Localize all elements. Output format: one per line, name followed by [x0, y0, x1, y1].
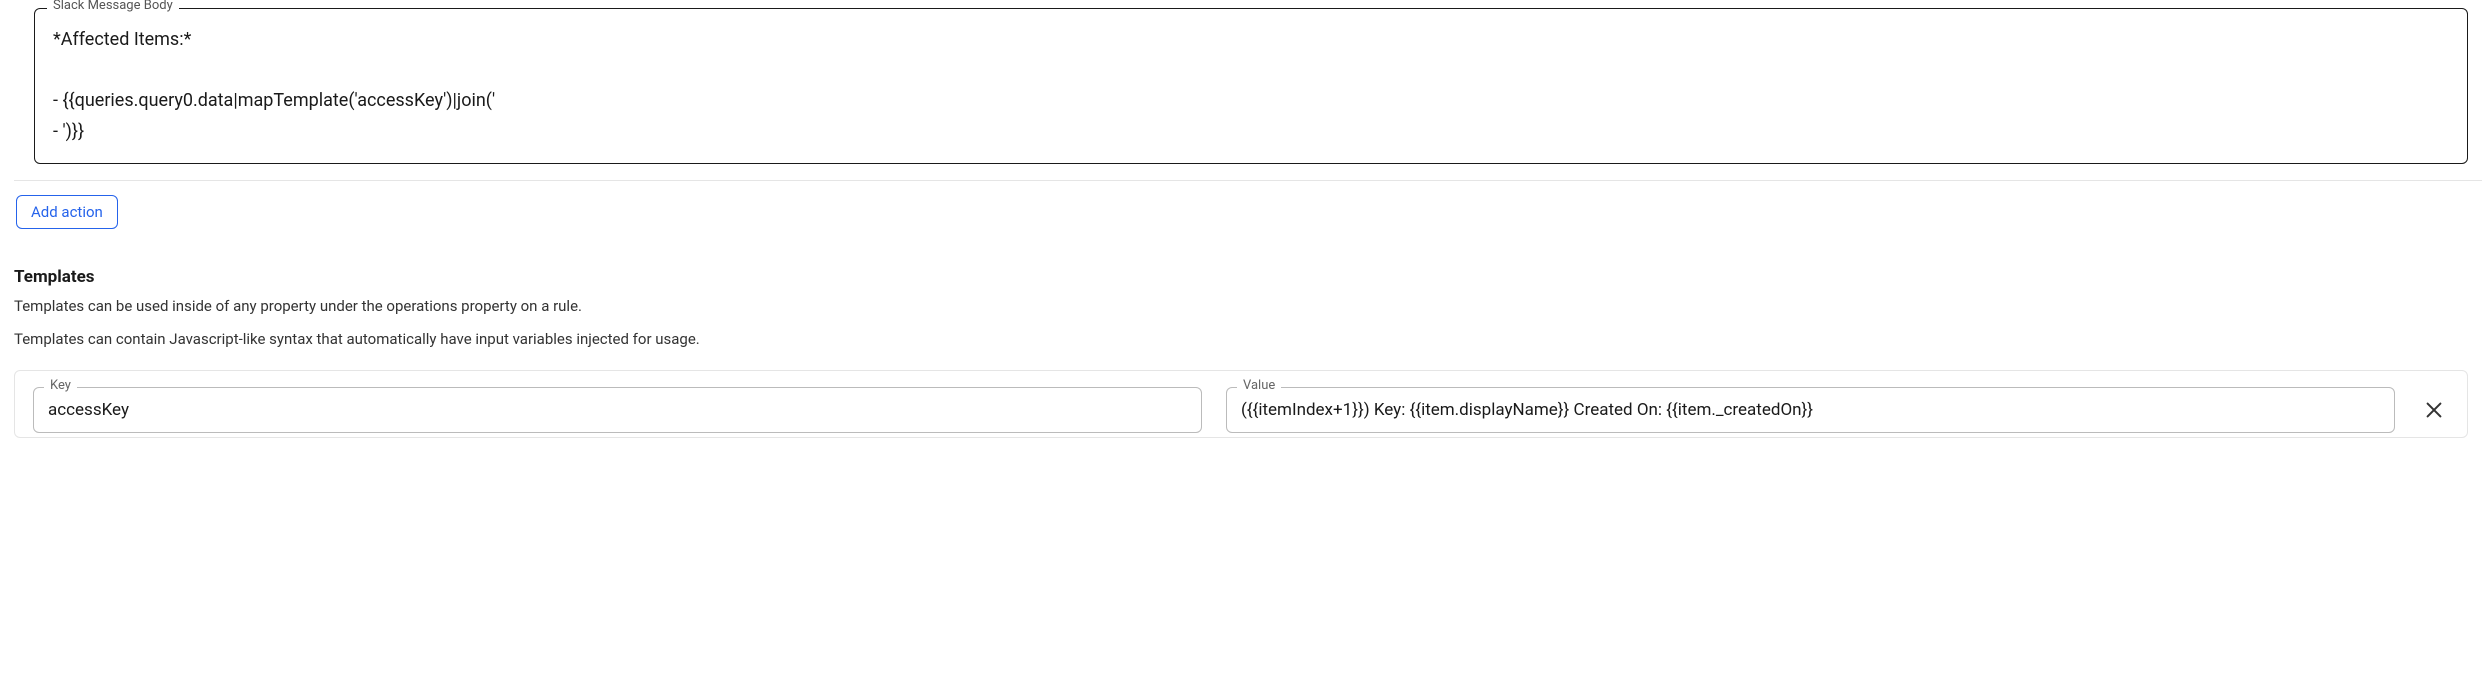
- slack-message-body-input[interactable]: *Affected Items:* - {{queries.query0.dat…: [53, 25, 2449, 147]
- template-key-label: Key: [44, 378, 77, 393]
- slack-message-body-label: Slack Message Body: [47, 0, 179, 13]
- add-action-button[interactable]: Add action: [16, 195, 118, 229]
- remove-template-button[interactable]: [2419, 395, 2449, 425]
- slack-message-body-field: Slack Message Body *Affected Items:* - {…: [34, 8, 2468, 164]
- template-key-input[interactable]: [34, 388, 1201, 432]
- template-value-input[interactable]: [1227, 388, 2394, 432]
- template-value-field: Value: [1226, 387, 2395, 433]
- templates-description-2: Templates can contain Javascript-like sy…: [14, 328, 2468, 351]
- template-value-label: Value: [1237, 378, 1281, 393]
- close-icon: [2423, 399, 2445, 421]
- template-row: Key Value: [14, 370, 2468, 438]
- panel-divider: [14, 180, 2482, 181]
- template-key-field: Key: [33, 387, 1202, 433]
- templates-description-1: Templates can be used inside of any prop…: [14, 295, 2468, 318]
- templates-heading: Templates: [14, 267, 2468, 287]
